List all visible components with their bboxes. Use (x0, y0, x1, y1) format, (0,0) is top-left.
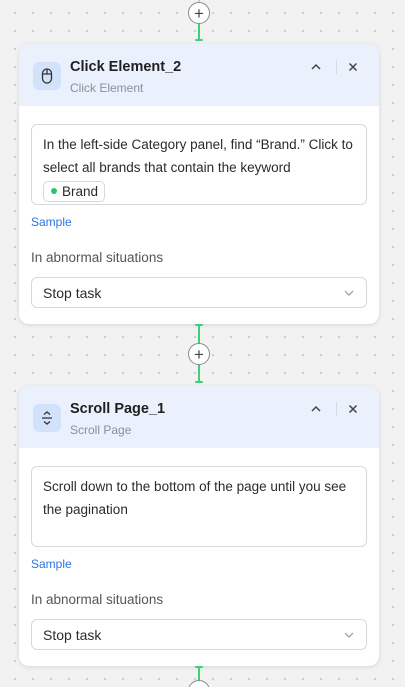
connector-line (198, 365, 200, 382)
step-title: Scroll Page_1 (70, 401, 166, 417)
description-field[interactable]: In the left-side Category panel, find “B… (31, 124, 367, 205)
add-step-button[interactable]: + (188, 343, 210, 365)
abnormal-action-value: Stop task (43, 626, 102, 643)
keyword-chip[interactable]: Brand (43, 180, 106, 202)
step-type: Click Element (70, 81, 144, 95)
abnormal-action-select[interactable]: Stop task (31, 277, 367, 308)
add-step-button[interactable]: + (188, 2, 210, 24)
step-title: Click Element_2 (70, 59, 182, 75)
header-divider (336, 60, 337, 74)
connector-line (198, 24, 200, 40)
chevron-down-icon (344, 290, 354, 296)
connector-line (198, 667, 200, 681)
description-text: Scroll down to the bottom of the page un… (43, 479, 347, 517)
abnormal-situations-label: In abnormal situations (31, 250, 164, 265)
chevron-down-icon (344, 632, 354, 638)
connector-tick (195, 39, 203, 41)
close-button[interactable] (344, 400, 362, 418)
abnormal-action-value: Stop task (43, 284, 102, 301)
close-icon (348, 404, 358, 414)
close-button[interactable] (344, 58, 362, 76)
sample-link[interactable]: Sample (31, 215, 72, 229)
plus-icon: + (194, 683, 204, 687)
connector-tick (195, 381, 203, 383)
mouse-icon (33, 62, 61, 90)
description-field[interactable]: Scroll down to the bottom of the page un… (31, 466, 367, 547)
abnormal-situations-label: In abnormal situations (31, 592, 164, 607)
keyword-chip-label: Brand (62, 183, 99, 199)
header-divider (336, 402, 337, 416)
chevron-up-icon (311, 63, 321, 70)
connector-line (198, 325, 200, 344)
step-card-scroll-page[interactable]: Scroll Page_1 Scroll Page Scroll down to… (19, 386, 379, 666)
chevron-up-icon (311, 405, 321, 412)
abnormal-action-select[interactable]: Stop task (31, 619, 367, 650)
step-card-header[interactable]: Scroll Page_1 Scroll Page (19, 386, 379, 448)
plus-icon: + (194, 3, 204, 23)
add-step-button[interactable]: + (188, 680, 210, 687)
scroll-icon (33, 404, 61, 432)
step-type: Scroll Page (70, 423, 132, 437)
status-dot-icon (51, 188, 57, 195)
close-icon (348, 62, 358, 72)
step-card-click-element[interactable]: Click Element_2 Click Element In the lef… (19, 44, 379, 324)
sample-link[interactable]: Sample (31, 557, 72, 571)
collapse-button[interactable] (307, 400, 325, 418)
description-text: In the left-side Category panel, find “B… (43, 137, 353, 175)
step-card-header[interactable]: Click Element_2 Click Element (19, 44, 379, 106)
plus-icon: + (194, 344, 204, 364)
collapse-button[interactable] (307, 58, 325, 76)
